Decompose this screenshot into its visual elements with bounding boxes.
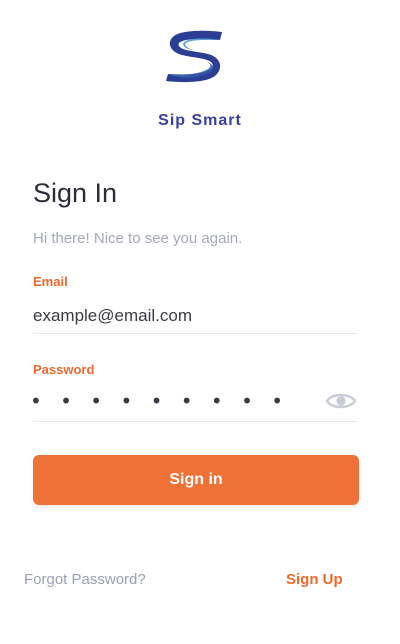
sign-in-button[interactable]: Sign in [33,455,359,505]
s-logo-icon [166,30,222,83]
forgot-password-link[interactable]: Forgot Password? [24,571,146,588]
email-underline [33,333,358,334]
email-label: Email [33,274,68,289]
brand-name: Sip Smart [158,112,242,129]
email-field[interactable] [33,305,358,327]
sign-up-link[interactable]: Sign Up [286,571,343,588]
eye-icon [325,393,357,409]
password-label: Password [33,362,95,377]
signin-screen: Sip Smart Sign In Hi there! Nice to see … [0,0,400,644]
greeting-subtitle: Hi there! Nice to see you again. [33,230,243,247]
password-field[interactable] [30,386,290,416]
password-visibility-toggle[interactable] [324,388,358,414]
page-title: Sign In [33,178,118,208]
password-underline [33,421,358,422]
